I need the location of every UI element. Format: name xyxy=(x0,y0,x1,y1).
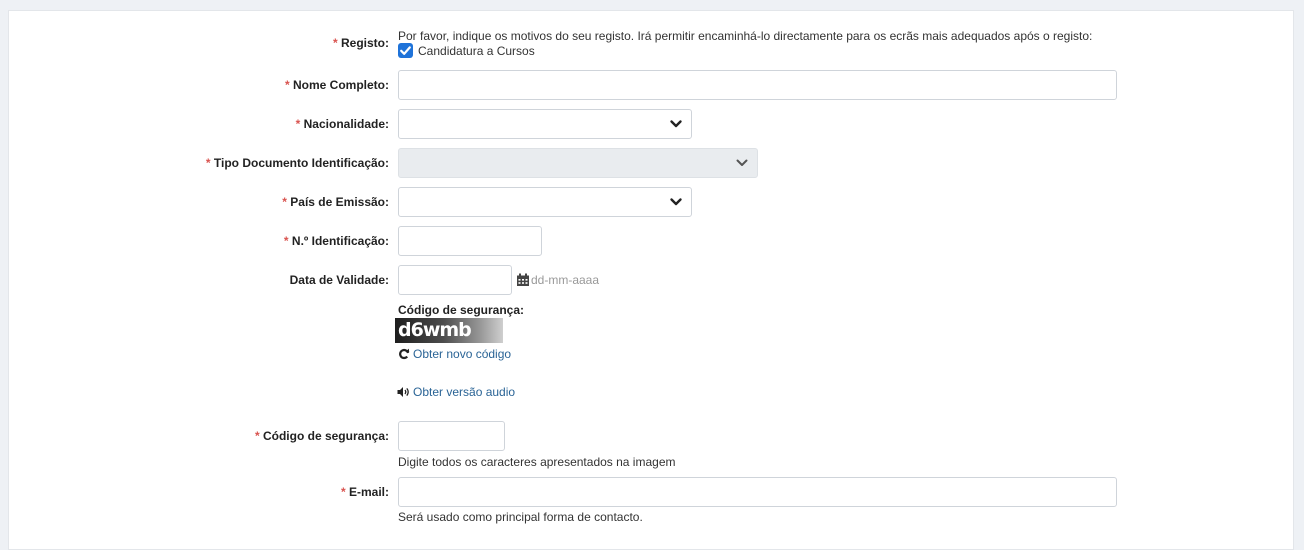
codigo-label: * Código de segurança: xyxy=(254,429,389,443)
n-identificacao-input[interactable] xyxy=(398,226,542,256)
check-icon xyxy=(400,46,411,55)
captcha-title: Código de segurança: xyxy=(398,303,525,317)
tipo-documento-select[interactable] xyxy=(398,148,758,178)
nome-completo-input[interactable] xyxy=(398,70,1117,100)
data-validade-label: Data de Validade: xyxy=(289,273,389,287)
chevron-down-icon xyxy=(669,117,683,131)
candidatura-checkbox[interactable] xyxy=(398,43,413,58)
candidatura-option-label[interactable]: Candidatura a Cursos xyxy=(418,44,535,58)
obter-versao-audio-link[interactable]: Obter versão audio xyxy=(413,385,515,399)
email-input[interactable] xyxy=(398,477,1117,507)
volume-icon[interactable] xyxy=(397,386,411,398)
registo-label: * Registo: xyxy=(332,36,389,50)
registo-intro: Por favor, indique os motivos do seu reg… xyxy=(398,29,1093,43)
tipo-doc-label: * Tipo Documento Identificação: xyxy=(205,156,389,170)
refresh-icon[interactable] xyxy=(398,348,410,360)
nacionalidade-label: * Nacionalidade: xyxy=(295,117,389,131)
n-identificacao-label: * N.º Identificação: xyxy=(283,234,389,248)
date-format-hint: dd-mm-aaaa xyxy=(531,273,600,287)
chevron-down-icon xyxy=(669,195,683,209)
pais-emissao-select[interactable] xyxy=(398,187,692,217)
nacionalidade-select[interactable] xyxy=(398,109,692,139)
nome-label: * Nome Completo: xyxy=(284,78,389,92)
obter-novo-codigo-link[interactable]: Obter novo código xyxy=(413,347,511,361)
codigo-seguranca-input[interactable] xyxy=(398,421,505,451)
codigo-help: Digite todos os caracteres apresentados … xyxy=(398,455,676,469)
pais-emissao-label: * País de Emissão: xyxy=(282,195,389,209)
captcha-image: d6wmb xyxy=(395,318,503,343)
email-label: * E-mail: xyxy=(340,485,389,499)
email-help: Será usado como principal forma de conta… xyxy=(398,510,643,524)
data-validade-input[interactable] xyxy=(398,265,512,295)
chevron-down-icon xyxy=(735,156,749,170)
calendar-icon[interactable] xyxy=(516,273,530,287)
